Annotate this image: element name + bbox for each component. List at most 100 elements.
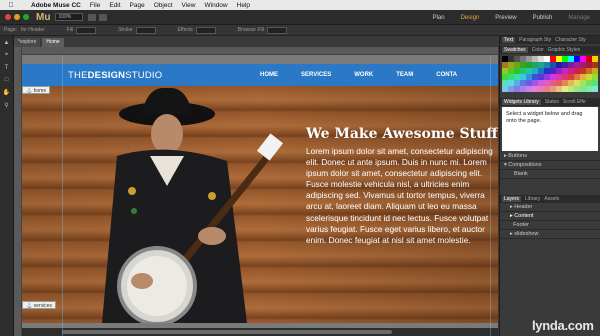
nav-home[interactable]: HOME bbox=[260, 72, 278, 78]
menu-app-name[interactable]: Adobe Muse CC bbox=[31, 2, 81, 9]
scrollbar-thumb[interactable] bbox=[62, 330, 392, 334]
widget-buttons-label: Buttons bbox=[508, 153, 527, 159]
mode-switcher: Plan Design Preview Publish Manage bbox=[433, 10, 590, 25]
hero-title[interactable]: We Make Awesome Stuff bbox=[306, 126, 498, 142]
layer-content[interactable]: ▸ Content bbox=[500, 212, 600, 221]
hero-image[interactable]: We Make Awesome Stuff Lorem ipsum dolor … bbox=[22, 86, 498, 323]
mode-manage[interactable]: Manage bbox=[568, 15, 590, 21]
tab-layers[interactable]: Layers bbox=[502, 196, 522, 202]
fill-swatch[interactable] bbox=[76, 26, 97, 34]
widget-blank[interactable]: Blank bbox=[500, 170, 600, 179]
nav-work[interactable]: WORK bbox=[354, 72, 373, 78]
tab-assets[interactable]: Assets bbox=[544, 196, 559, 202]
muse-logo: Mu bbox=[36, 11, 51, 23]
page-value[interactable]: for Header bbox=[21, 27, 45, 33]
layers-list: ▸ Header ▸ Content Footer ▸ slideshow bbox=[500, 203, 600, 239]
top-ruler bbox=[22, 47, 498, 55]
text-tool-icon[interactable]: T bbox=[5, 65, 9, 71]
layer-content-label: Content bbox=[514, 213, 534, 219]
tab-swatches[interactable]: Swatches bbox=[502, 47, 528, 53]
mode-preview[interactable]: Preview bbox=[495, 15, 516, 21]
swatch-grid[interactable] bbox=[500, 54, 600, 94]
anchor-services[interactable]: ⚓ services bbox=[22, 301, 56, 309]
layer-slideshow-label: slideshow bbox=[514, 231, 539, 237]
widget-buttons[interactable]: ▸ Buttons bbox=[500, 152, 600, 161]
minimize-window-icon[interactable] bbox=[14, 14, 20, 20]
apple-icon[interactable]:  bbox=[0, 2, 22, 9]
rectangle-tool-icon[interactable]: □ bbox=[5, 77, 9, 83]
tab-explore[interactable]: *explore bbox=[14, 38, 41, 47]
tab-widgets-library[interactable]: Widgets Library bbox=[502, 99, 541, 105]
hero-body-text[interactable]: Lorem ipsum dolor sit amet, consectetur … bbox=[306, 146, 493, 246]
menu-page[interactable]: Page bbox=[130, 2, 145, 9]
browser-fill-swatch[interactable] bbox=[266, 26, 287, 34]
widget-compositions-label: Compositions bbox=[508, 162, 542, 168]
hand-tool-icon[interactable]: ✋ bbox=[3, 89, 10, 96]
mode-design[interactable]: Design bbox=[461, 15, 480, 21]
anchor-services-label: services bbox=[33, 303, 52, 309]
guide-left bbox=[62, 55, 63, 336]
tab-home[interactable]: Home bbox=[42, 38, 64, 47]
tab-graphic-styles[interactable]: Graphic Styles bbox=[548, 47, 581, 53]
crop-tool-icon[interactable]: ⌖ bbox=[5, 52, 8, 59]
titlebar-tools bbox=[88, 13, 108, 21]
anchor-home[interactable]: ⚓ home bbox=[22, 86, 51, 94]
nav-contact[interactable]: CONTA bbox=[436, 72, 457, 78]
tab-character-styles[interactable]: Character Sty bbox=[555, 37, 586, 43]
mode-publish[interactable]: Publish bbox=[533, 15, 553, 21]
horizontal-scrollbar[interactable] bbox=[22, 328, 498, 336]
site-header[interactable]: THEDESIGNSTUDIO HOME SERVICES WORK TEAM … bbox=[22, 64, 498, 86]
tab-scroll-effects[interactable]: Scroll Effe bbox=[563, 99, 586, 105]
nav-services[interactable]: SERVICES bbox=[301, 72, 331, 78]
menu-window[interactable]: Window bbox=[205, 2, 228, 9]
design-canvas[interactable]: THEDESIGNSTUDIO HOME SERVICES WORK TEAM … bbox=[22, 55, 498, 336]
effects-field[interactable] bbox=[195, 26, 216, 34]
menu-view[interactable]: View bbox=[182, 2, 196, 9]
banjo-player-illustration bbox=[102, 87, 284, 323]
browser-fill-label: Browser Fill bbox=[237, 27, 264, 33]
logo-design: DESIGN bbox=[87, 69, 126, 81]
widget-compositions[interactable]: ▾ Compositions bbox=[500, 161, 600, 170]
zoom-window-icon[interactable] bbox=[23, 14, 29, 20]
color-swatch[interactable] bbox=[592, 86, 598, 92]
control-bar: Page: for Header Fill Stroke Effects Bro… bbox=[0, 25, 600, 36]
tab-paragraph-styles[interactable]: Paragraph Sty bbox=[519, 37, 551, 43]
layer-header[interactable]: ▸ Header bbox=[500, 203, 600, 212]
site-logo[interactable]: THEDESIGNSTUDIO bbox=[68, 70, 162, 81]
nav-team[interactable]: TEAM bbox=[396, 72, 413, 78]
menu-file[interactable]: File bbox=[90, 2, 100, 9]
app-titlebar: Mu 100% Plan Design Preview Publish Mana… bbox=[0, 10, 600, 25]
anchor-home-label: home bbox=[33, 88, 47, 94]
zoom-tool-icon[interactable]: ⚲ bbox=[4, 102, 8, 109]
right-panels: Text Paragraph Sty Character Sty Swatche… bbox=[499, 36, 600, 336]
zoom-select[interactable]: 100% bbox=[55, 13, 84, 21]
mode-plan[interactable]: Plan bbox=[433, 15, 445, 21]
tab-color[interactable]: Color bbox=[532, 47, 544, 53]
swatch-panel-tabs: Swatches Color Graphic Styles bbox=[500, 46, 600, 54]
widget-blank-label: Blank bbox=[514, 171, 528, 177]
layer-footer[interactable]: Footer bbox=[500, 221, 600, 230]
layer-slideshow[interactable]: ▸ slideshow bbox=[500, 230, 600, 239]
site-nav: HOME SERVICES WORK TEAM CONTA bbox=[260, 72, 457, 78]
layer-panel-tabs: Layers Library Assets bbox=[500, 195, 600, 203]
tab-library[interactable]: Library bbox=[525, 196, 540, 202]
logo-studio: STUDIO bbox=[125, 69, 163, 81]
selection-tool-icon[interactable]: ▲ bbox=[4, 40, 10, 46]
lynda-watermark: lynda.com bbox=[532, 318, 594, 333]
tab-states[interactable]: States bbox=[545, 99, 559, 105]
preview-page-icon[interactable] bbox=[88, 13, 97, 21]
menu-edit[interactable]: Edit bbox=[109, 2, 120, 9]
view-options-icon[interactable] bbox=[99, 13, 108, 21]
logo-the: THE bbox=[68, 69, 88, 81]
tools-panel: ▲ ⌖ T □ ✋ ⚲ bbox=[0, 36, 14, 336]
stroke-field[interactable] bbox=[135, 26, 156, 34]
document-tabs: *explore Home bbox=[14, 38, 64, 47]
tab-text[interactable]: Text bbox=[502, 37, 516, 43]
window-controls bbox=[5, 14, 29, 20]
menu-help[interactable]: Help bbox=[237, 2, 250, 9]
left-ruler bbox=[14, 47, 22, 336]
menu-object[interactable]: Object bbox=[154, 2, 173, 9]
widget-help-text: Select a widget below and drag onto the … bbox=[502, 107, 598, 151]
close-window-icon[interactable] bbox=[5, 14, 11, 20]
layer-footer-label: Footer bbox=[513, 222, 529, 228]
